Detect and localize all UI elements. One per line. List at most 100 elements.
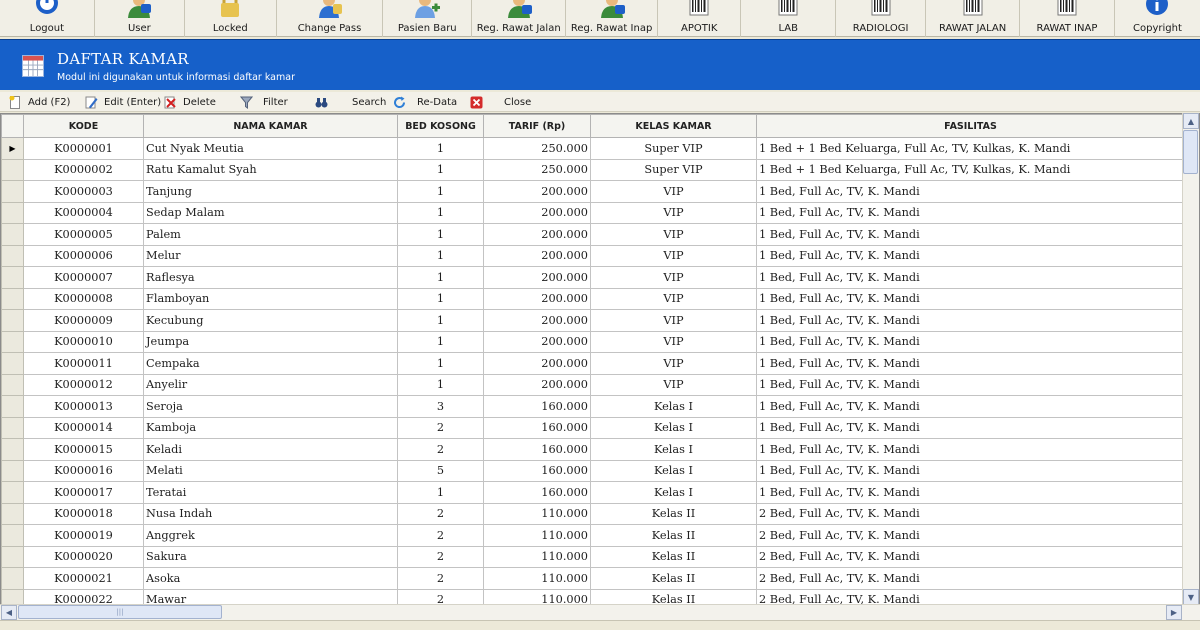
cell-nama-kamar[interactable]: Raflesya	[143, 266, 398, 289]
cell-fasilitas[interactable]: 1 Bed, Full Ac, TV, K. Mandi	[756, 266, 1185, 289]
cell-bed-kosong[interactable]: 1	[397, 137, 484, 160]
cell-nama-kamar[interactable]: Tanjung	[143, 180, 398, 203]
cell-bed-kosong[interactable]: 2	[397, 438, 484, 461]
row-indicator[interactable]	[1, 524, 24, 547]
table-row[interactable]: K0000016 Melati 5 160.000 Kelas I1 Bed, Full…	[1, 459, 1185, 482]
cell-kode[interactable]: K0000009	[23, 309, 144, 332]
cell-bed-kosong[interactable]: 1	[397, 330, 484, 353]
cell-nama-kamar[interactable]: Cut Nyak Meutia	[143, 137, 398, 160]
cell-kode[interactable]: K0000019	[23, 524, 144, 547]
cell-fasilitas[interactable]: 2 Bed, Full Ac, TV, K. Mandi	[756, 524, 1185, 547]
cell-nama-kamar[interactable]: Anyelir	[143, 373, 398, 396]
column-header-nama-kamar[interactable]: NAMA KAMAR	[143, 114, 398, 138]
cell-fasilitas[interactable]: 1 Bed, Full Ac, TV, K. Mandi	[756, 244, 1185, 267]
cell-nama-kamar[interactable]: Flamboyan	[143, 287, 398, 310]
cell-fasilitas[interactable]: 1 Bed, Full Ac, TV, K. Mandi	[756, 416, 1185, 439]
row-indicator[interactable]	[1, 158, 24, 181]
cell-kelas-kamar[interactable]: Kelas II	[590, 502, 757, 525]
cell-tarif[interactable]: 200.000	[483, 244, 591, 267]
cell-tarif[interactable]: 250.000	[483, 158, 591, 181]
row-indicator[interactable]	[1, 309, 24, 332]
cell-kelas-kamar[interactable]: VIP	[590, 266, 757, 289]
cell-fasilitas[interactable]: 2 Bed, Full Ac, TV, K. Mandi	[756, 545, 1185, 568]
rawat-jalan-button[interactable]: RAWAT JALAN	[926, 0, 1021, 37]
cell-kelas-kamar[interactable]: VIP	[590, 201, 757, 224]
cell-tarif[interactable]: 200.000	[483, 287, 591, 310]
close-button[interactable]: Close	[470, 94, 531, 110]
row-indicator[interactable]	[1, 395, 24, 418]
cell-kode[interactable]: K0000010	[23, 330, 144, 353]
cell-tarif[interactable]: 250.000	[483, 137, 591, 160]
cell-bed-kosong[interactable]: 1	[397, 309, 484, 332]
cell-nama-kamar[interactable]: Asoka	[143, 567, 398, 590]
cell-tarif[interactable]: 200.000	[483, 352, 591, 375]
table-row[interactable]: K0000003 Tanjung 1 200.000 VIP 1 Bed, Full Ac…	[1, 180, 1185, 203]
horizontal-scroll-thumb[interactable]: |||	[18, 605, 222, 619]
cell-kelas-kamar[interactable]: VIP	[590, 352, 757, 375]
cell-kode[interactable]: K0000003	[23, 180, 144, 203]
cell-tarif[interactable]: 200.000	[483, 180, 591, 203]
cell-fasilitas[interactable]: 1 Bed, Full Ac, TV, K. Mandi	[756, 481, 1185, 504]
rawat-inap-button[interactable]: RAWAT INAP	[1020, 0, 1115, 37]
cell-fasilitas[interactable]: 1 Bed, Full Ac, TV, K. Mandi	[756, 438, 1185, 461]
table-row[interactable]: K0000009 Kecubung 1 200.000 VIP 1 Bed, Full A…	[1, 309, 1185, 332]
table-row[interactable]: K0000008 Flamboyan 1 200.000 VIP 1 Bed, Full …	[1, 287, 1185, 310]
table-row[interactable]: K0000020 Sakura 2 110.000 Kelas II 2 Bed, Ful…	[1, 545, 1185, 568]
cell-kode[interactable]: K0000001	[23, 137, 144, 160]
cell-fasilitas[interactable]: 1 Bed + 1 Bed Keluarga, Full Ac, TV, Kul…	[756, 158, 1185, 181]
cell-kelas-kamar[interactable]: Kelas I	[590, 416, 757, 439]
table-row[interactable]: K0000019 Anggrek 2 110.000 Kelas II 2 Bed, Fu…	[1, 524, 1185, 547]
reg-rawat-jalan-button[interactable]: Reg. Rawat Jalan	[472, 0, 567, 37]
cell-tarif[interactable]: 160.000	[483, 459, 591, 482]
row-indicator[interactable]	[1, 244, 24, 267]
table-row[interactable]: K0000011 Cempaka 1 200.000 VIP 1 Bed, Full Ac…	[1, 352, 1185, 375]
cell-kode[interactable]: K0000007	[23, 266, 144, 289]
vertical-scrollbar[interactable]: ▲ ▼	[1182, 113, 1199, 606]
cell-bed-kosong[interactable]: 1	[397, 373, 484, 396]
cell-kelas-kamar[interactable]: VIP	[590, 373, 757, 396]
cell-bed-kosong[interactable]: 2	[397, 502, 484, 525]
column-header-kelas-kamar[interactable]: KELAS KAMAR	[590, 114, 757, 138]
cell-tarif[interactable]: 200.000	[483, 373, 591, 396]
cell-fasilitas[interactable]: 1 Bed, Full Ac, TV, K. Mandi	[756, 395, 1185, 418]
cell-kelas-kamar[interactable]: Kelas I	[590, 438, 757, 461]
logout-button[interactable]: Logout	[0, 0, 95, 37]
cell-fasilitas[interactable]: 1 Bed, Full Ac, TV, K. Mandi	[756, 459, 1185, 482]
cell-tarif[interactable]: 110.000	[483, 524, 591, 547]
cell-tarif[interactable]: 160.000	[483, 395, 591, 418]
cell-kelas-kamar[interactable]: Kelas I	[590, 481, 757, 504]
cell-bed-kosong[interactable]: 1	[397, 201, 484, 224]
change-pass-button[interactable]: Change Pass	[277, 0, 384, 37]
table-row[interactable]: K0000018 Nusa Indah 2 110.000 Kelas II 2 Bed,…	[1, 502, 1185, 525]
cell-kode[interactable]: K0000005	[23, 223, 144, 246]
cell-nama-kamar[interactable]: Sedap Malam	[143, 201, 398, 224]
scroll-down-button[interactable]: ▼	[1183, 589, 1199, 605]
cell-tarif[interactable]: 110.000	[483, 502, 591, 525]
cell-bed-kosong[interactable]: 3	[397, 395, 484, 418]
table-row[interactable]: K0000021 Asoka 2 110.000 Kelas II 2 Bed, Full…	[1, 567, 1185, 590]
cell-kelas-kamar[interactable]: Kelas II	[590, 567, 757, 590]
cell-fasilitas[interactable]: 1 Bed, Full Ac, TV, K. Mandi	[756, 373, 1185, 396]
column-header-kode[interactable]: KODE	[23, 114, 144, 138]
cell-kode[interactable]: K0000011	[23, 352, 144, 375]
scroll-left-button[interactable]: ◀	[1, 605, 17, 620]
cell-kelas-kamar[interactable]: Kelas II	[590, 524, 757, 547]
cell-fasilitas[interactable]: 1 Bed, Full Ac, TV, K. Mandi	[756, 352, 1185, 375]
cell-tarif[interactable]: 200.000	[483, 309, 591, 332]
cell-kode[interactable]: K0000004	[23, 201, 144, 224]
copyright-button[interactable]: Copyright	[1115, 0, 1200, 37]
cell-bed-kosong[interactable]: 2	[397, 567, 484, 590]
cell-bed-kosong[interactable]: 1	[397, 244, 484, 267]
filter-button[interactable]: Filter	[240, 94, 288, 110]
reg-rawat-inap-button[interactable]: Reg. Rawat Inap	[566, 0, 659, 37]
row-indicator[interactable]	[1, 201, 24, 224]
cell-bed-kosong[interactable]: 2	[397, 416, 484, 439]
row-indicator[interactable]	[1, 438, 24, 461]
scroll-right-button[interactable]: ▶	[1166, 605, 1182, 620]
cell-bed-kosong[interactable]: 1	[397, 481, 484, 504]
cell-nama-kamar[interactable]: Melati	[143, 459, 398, 482]
cell-kode[interactable]: K0000021	[23, 567, 144, 590]
vertical-scroll-thumb[interactable]	[1183, 130, 1198, 174]
cell-bed-kosong[interactable]: 1	[397, 287, 484, 310]
cell-nama-kamar[interactable]: Kecubung	[143, 309, 398, 332]
